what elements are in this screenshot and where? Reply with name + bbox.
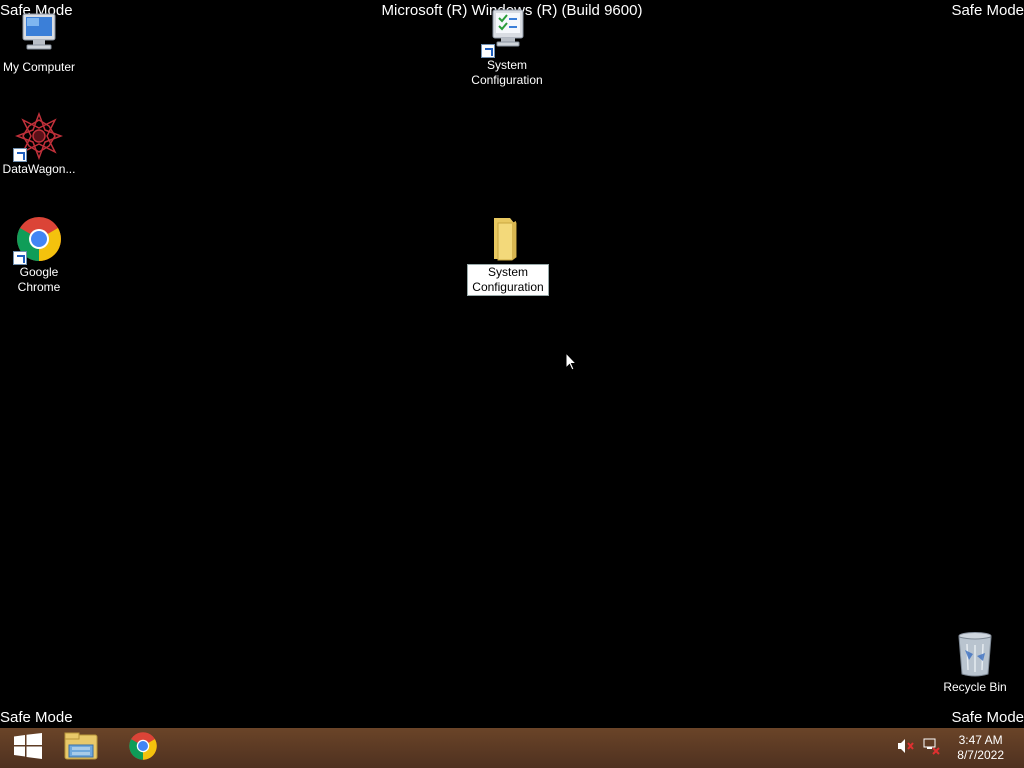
chrome-icon xyxy=(128,731,158,766)
desktop-icon-recycle-bin[interactable]: Recycle Bin xyxy=(936,630,1014,695)
taskbar-clock[interactable]: 3:47 AM 8/7/2022 xyxy=(957,733,1004,763)
desktop-icon-system-configuration-folder[interactable]: System Configuration xyxy=(465,214,551,296)
desktop-icon-system-configuration-shortcut[interactable]: System Configuration xyxy=(468,8,546,88)
computer-icon xyxy=(15,10,63,58)
system-configuration-folder-label[interactable]: System Configuration xyxy=(467,264,549,296)
desktop-icon-my-computer[interactable]: My Computer xyxy=(0,10,78,75)
datawagon-icon xyxy=(13,111,64,162)
system-configuration-shortcut-label: System Configuration xyxy=(471,58,543,87)
folder-icon xyxy=(484,214,532,262)
network-disconnected-icon[interactable] xyxy=(923,737,941,760)
clock-date: 8/7/2022 xyxy=(957,748,1004,762)
desktop-icon-datawagon[interactable]: DataWagon... xyxy=(0,111,78,177)
shortcut-arrow-icon xyxy=(13,148,27,162)
taskbar: 3:47 AM 8/7/2022 xyxy=(0,728,1024,768)
taskbar-chrome-button[interactable] xyxy=(115,728,171,768)
mouse-cursor-icon xyxy=(565,351,578,376)
google-chrome-label: Google Chrome xyxy=(17,265,61,294)
clock-time: 3:47 AM xyxy=(958,733,1003,747)
shortcut-arrow-icon xyxy=(13,251,27,265)
shortcut-arrow-icon xyxy=(481,44,495,58)
volume-muted-icon[interactable] xyxy=(897,738,915,759)
datawagon-label: DataWagon... xyxy=(2,162,76,176)
safe-mode-label-top-right: Safe Mode xyxy=(951,2,1024,19)
recycle-bin-icon xyxy=(951,630,999,678)
windows-logo-icon xyxy=(14,732,42,764)
recycle-bin-label: Recycle Bin xyxy=(943,680,1007,694)
msconfig-icon xyxy=(481,8,531,58)
safe-mode-label-bottom-left: Safe Mode xyxy=(0,709,73,726)
system-tray xyxy=(897,728,941,768)
safe-mode-label-bottom-right: Safe Mode xyxy=(951,709,1024,726)
desktop-icon-google-chrome[interactable]: Google Chrome xyxy=(0,215,78,295)
file-explorer-icon xyxy=(64,731,98,766)
my-computer-label: My Computer xyxy=(2,60,76,74)
taskbar-file-explorer-button[interactable] xyxy=(53,728,109,768)
start-button[interactable] xyxy=(0,728,56,768)
chrome-icon xyxy=(13,215,63,265)
